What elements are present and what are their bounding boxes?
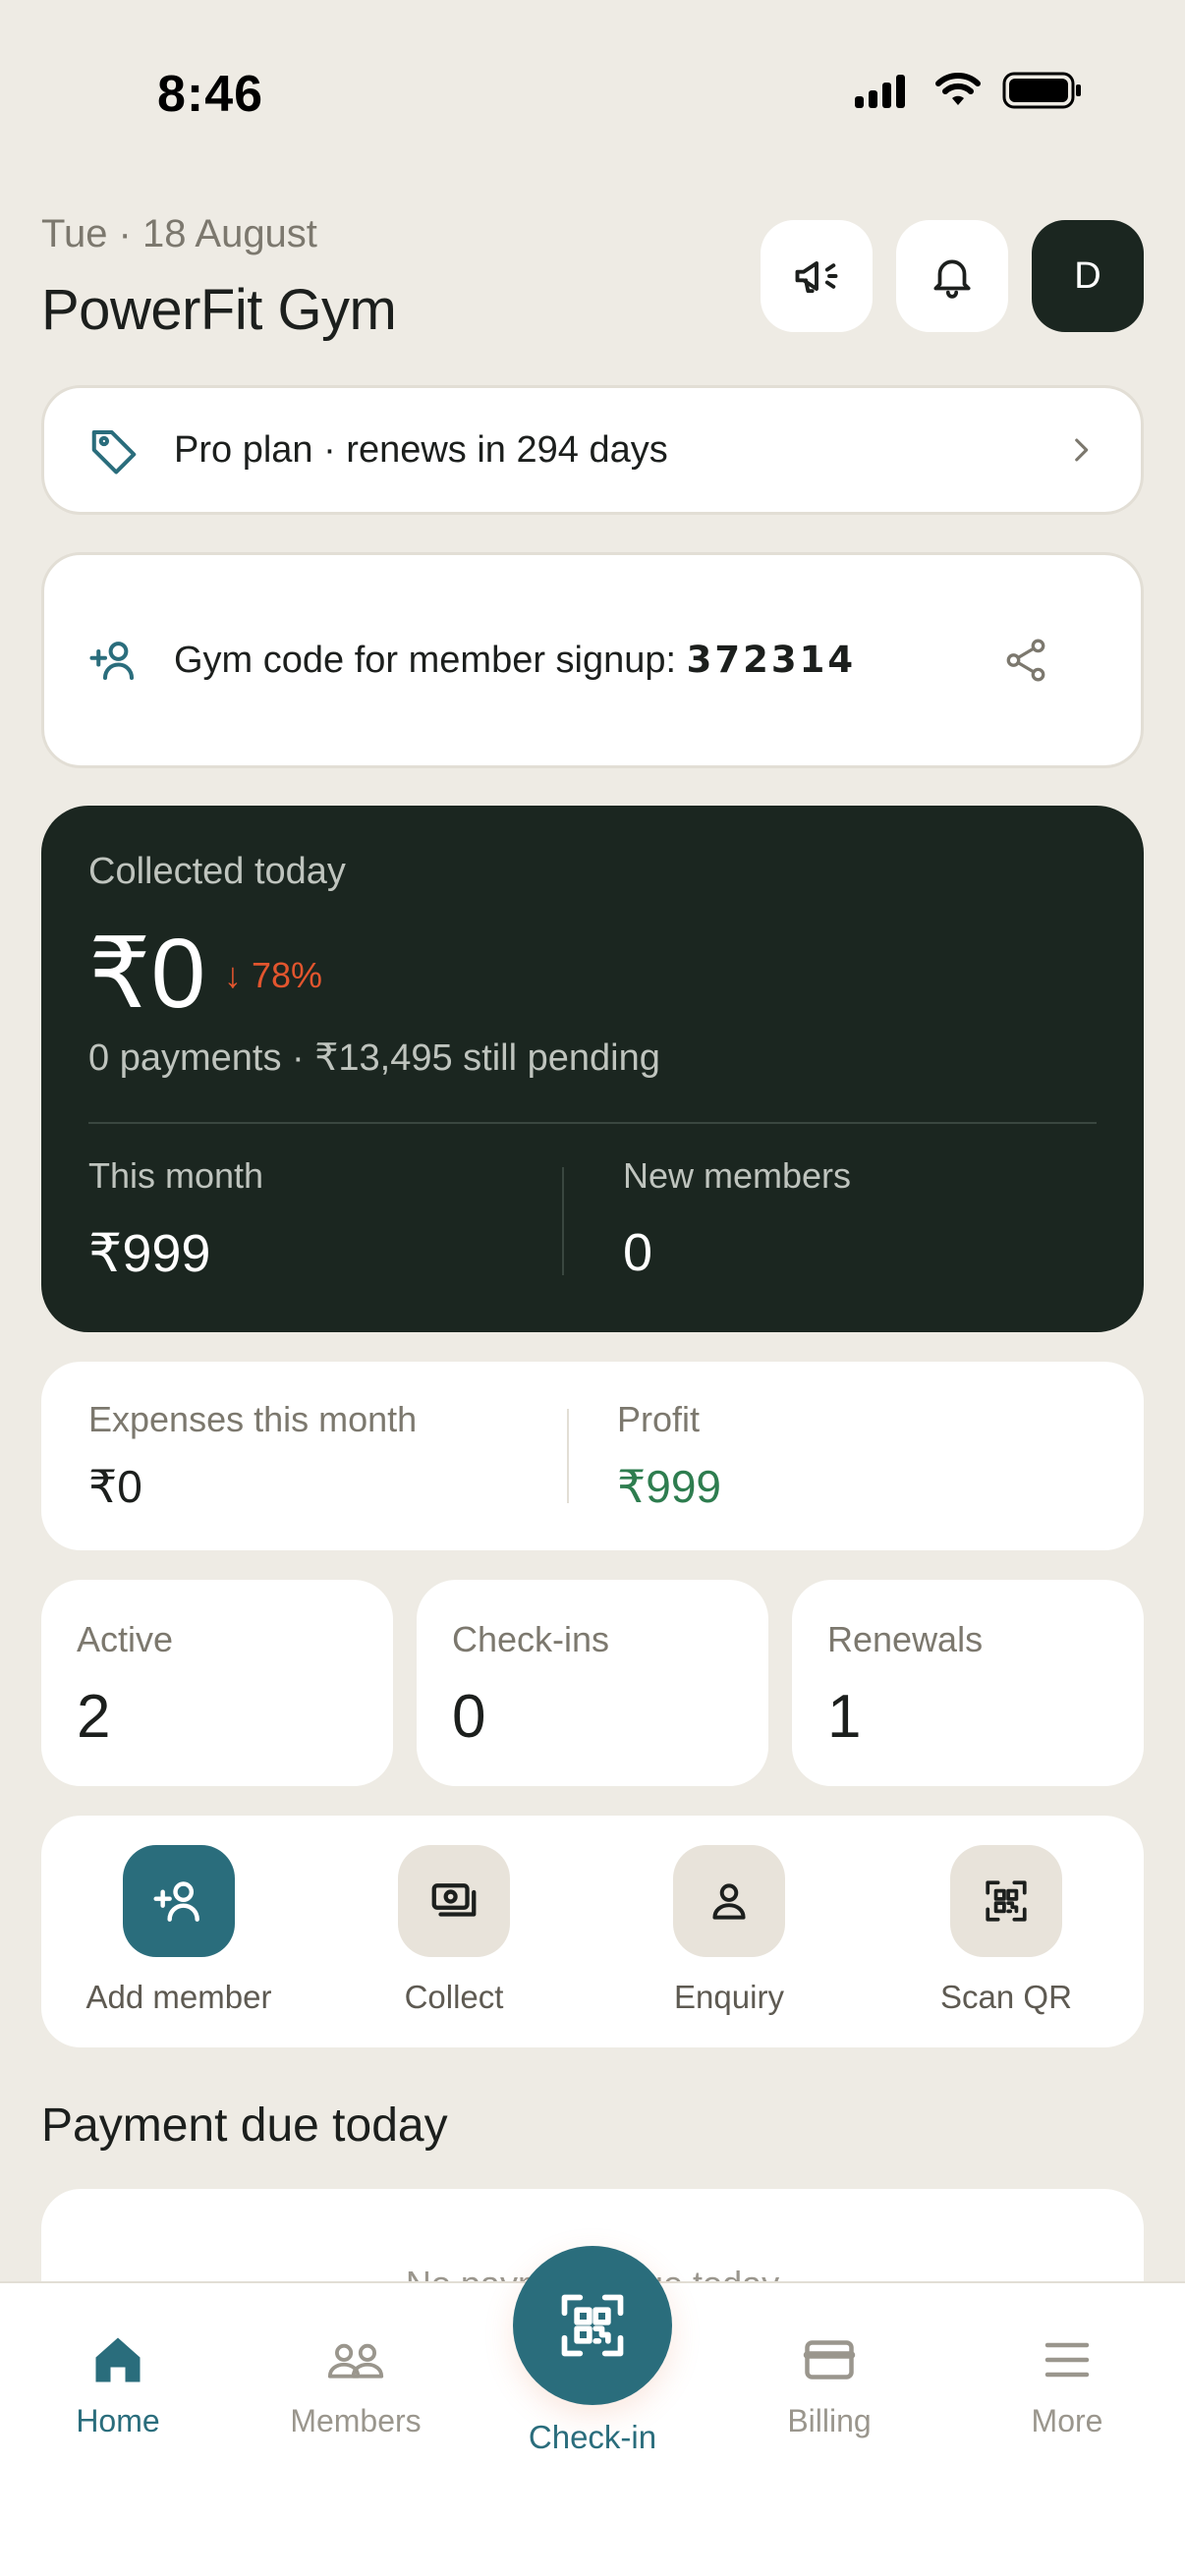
add-person-icon [153,1881,199,1922]
checkin-button[interactable] [513,2246,672,2405]
new-members-value: 0 [623,1223,653,1282]
bell-icon [933,259,971,299]
scan-qr-icon-wrap [950,1845,1062,1957]
person-icon [712,1883,746,1920]
action-label: Enquiry [674,1979,784,2015]
home-icon [95,2337,141,2382]
expenses-profit-card[interactable]: Expenses this month ₹0 Profit ₹999 [41,1362,1144,1550]
collected-today-card[interactable]: Collected today ₹0 ↓ 78% 0 payments · ₹1… [41,806,1144,1332]
nav-home[interactable]: Home [10,2330,226,2439]
add-member-button[interactable]: Add member [61,1845,297,2016]
nav-label: Check-in [528,2419,657,2455]
stat-checkins-card[interactable]: Check-ins 0 [417,1580,768,1786]
tag-icon [91,429,137,475]
qr-icon [986,1880,1027,1922]
status-icons [853,71,1083,110]
collected-amount: ₹0 [88,919,206,1029]
scan-qr-button[interactable]: Scan QR [888,1845,1124,2016]
collected-label: Collected today [88,851,346,892]
expenses-label: Expenses this month [88,1399,418,1439]
payment-due-title: Payment due today [41,2100,448,2152]
divider [88,1122,1097,1124]
page-title: PowerFit Gym [41,278,397,342]
plan-label: Pro plan · renews in 294 days [174,428,668,471]
enquiry-icon-wrap [673,1845,785,1957]
profit-label: Profit [617,1399,701,1439]
quick-actions-card: Add member Collect Enquiry Scan QR [41,1816,1144,2047]
stat-value: 1 [827,1683,862,1751]
cash-icon [431,1883,477,1917]
nav-label: Home [76,2403,160,2438]
gym-code-prefix: Gym code for member signup: [174,640,687,681]
members-icon [327,2343,384,2379]
stat-value: 2 [77,1683,111,1751]
collected-sub: 0 payments · ₹13,495 still pending [88,1037,660,1079]
qr-scan-icon [561,2294,624,2357]
divider [567,1409,569,1503]
chevron-right-icon [1075,438,1089,462]
new-members-label: New members [623,1155,852,1196]
plan-card[interactable]: Pro plan · renews in 294 days [41,385,1144,515]
stat-label: Check-ins [452,1619,610,1659]
add-person-icon [89,642,135,681]
nav-label: Members [290,2403,422,2438]
nav-more[interactable]: More [959,2330,1175,2439]
card-icon [803,2340,856,2380]
header-date: Tue · 18 August [41,212,317,255]
gym-code-value: 372314 [686,639,857,681]
share-icon [1006,639,1045,682]
announcements-button[interactable] [761,220,873,332]
wifi-icon [935,73,981,105]
battery-icon [1002,72,1081,109]
stat-active-card[interactable]: Active 2 [41,1580,393,1786]
collected-delta: ↓ 78% [224,955,323,995]
action-label: Collect [404,1979,504,2015]
menu-icon [1044,2342,1090,2378]
action-label: Add member [85,1979,272,2015]
this-month-value: ₹999 [88,1224,211,1283]
avatar[interactable]: D [1032,220,1144,332]
profit-value: ₹999 [617,1461,722,1512]
action-label: Scan QR [940,1979,1072,2015]
stat-label: Active [77,1619,174,1659]
nav-members[interactable]: Members [248,2330,464,2439]
nav-billing[interactable]: Billing [721,2330,937,2439]
stat-label: Renewals [827,1619,984,1659]
add-member-icon-wrap [123,1845,235,1957]
gym-code-label: Gym code for member signup: 372314 [174,639,1001,682]
collect-button[interactable]: Collect [336,1845,572,2016]
signal-icon [855,75,905,108]
gym-code-card: Gym code for member signup: 372314 [41,552,1144,768]
stat-value: 0 [452,1683,486,1751]
stat-renewals-card[interactable]: Renewals 1 [792,1580,1144,1786]
this-month-label: This month [88,1155,264,1196]
divider [562,1167,564,1275]
nav-label: More [1031,2403,1103,2438]
nav-label: Billing [787,2403,872,2438]
collect-icon-wrap [398,1845,510,1957]
megaphone-icon [795,261,838,294]
enquiry-button[interactable]: Enquiry [611,1845,847,2016]
expenses-value: ₹0 [88,1461,142,1512]
status-time: 8:46 [157,66,264,123]
notifications-button[interactable] [896,220,1008,332]
share-button[interactable] [1001,636,1050,685]
